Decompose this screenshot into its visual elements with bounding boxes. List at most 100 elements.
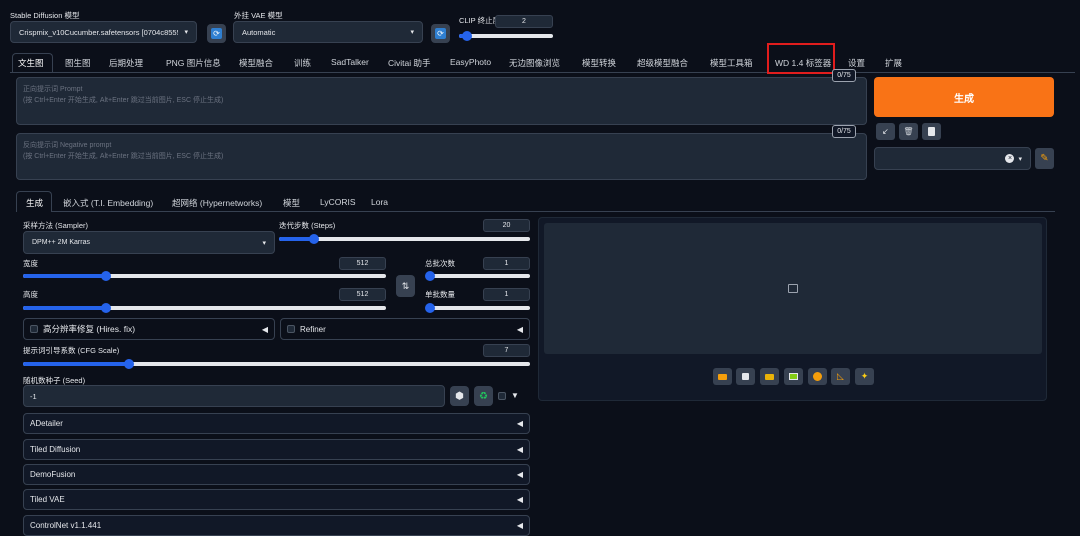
clip-slider[interactable] bbox=[459, 31, 553, 41]
negative-token-counter: 0/75 bbox=[832, 125, 856, 138]
height-slider-knob[interactable] bbox=[101, 303, 112, 313]
cfg-slider-knob[interactable] bbox=[124, 359, 135, 369]
steps-input[interactable]: 20 bbox=[483, 219, 530, 232]
clip-slider-knob[interactable] bbox=[461, 31, 472, 41]
cfg-input[interactable]: 7 bbox=[483, 344, 530, 357]
subtab-lycoris[interactable]: LyCORIS bbox=[320, 197, 356, 207]
send-to-img2img-button[interactable] bbox=[784, 368, 803, 385]
tab-train[interactable]: 训练 bbox=[294, 57, 311, 69]
output-image-area bbox=[544, 223, 1042, 354]
tab-extras[interactable]: 后期处理 bbox=[109, 57, 143, 69]
collapse-triangle-icon: ◀ bbox=[516, 419, 523, 428]
tab-civitai-helper[interactable]: Civitai 助手 bbox=[388, 57, 431, 69]
batch-count-slider-knob[interactable] bbox=[425, 271, 435, 281]
height-slider[interactable] bbox=[23, 303, 386, 313]
chevron-down-icon: ▾ bbox=[184, 29, 188, 36]
cfg-label: 提示词引导系数 (CFG Scale) bbox=[23, 346, 120, 355]
controlnet-label: ControlNet v1.1.441 bbox=[30, 521, 102, 530]
batch-size-input[interactable]: 1 bbox=[483, 288, 530, 301]
vae-select[interactable]: Automatic ▾ bbox=[233, 21, 423, 43]
prompt-textarea[interactable]: 正向提示词 Prompt (按 Ctrl+Enter 开始生成, Alt+Ent… bbox=[16, 77, 867, 125]
tab-infinite-image-browsing[interactable]: 无边图像浏览 bbox=[509, 57, 560, 69]
demofusion-label: DemoFusion bbox=[30, 470, 76, 479]
tab-checkpoint-merger[interactable]: 模型融合 bbox=[239, 57, 273, 69]
tab-supermerger[interactable]: 超级模型融合 bbox=[637, 57, 688, 69]
send-to-extras-button[interactable]: ◺ bbox=[831, 368, 850, 385]
subtab-checkpoints[interactable]: 模型 bbox=[283, 197, 300, 209]
width-slider-fill bbox=[23, 274, 107, 278]
generate-button[interactable]: 生成 bbox=[874, 77, 1054, 117]
tab-txt2img[interactable]: 文生图 bbox=[18, 57, 44, 69]
subtab-generation[interactable]: 生成 bbox=[26, 197, 43, 209]
expand-triangle-icon[interactable]: ▼ bbox=[511, 391, 519, 400]
hires-fix-label: 高分辨率修复 (Hires. fix) bbox=[43, 324, 136, 334]
subtab-lora[interactable]: Lora bbox=[371, 197, 388, 207]
hires-fix-accordion[interactable]: 高分辨率修复 (Hires. fix) ◀ bbox=[23, 318, 275, 340]
clear-prompt-button[interactable]: 🗑 bbox=[899, 123, 918, 140]
random-seed-button[interactable]: ⬢ bbox=[450, 386, 469, 406]
refresh-model-button[interactable]: ⟳ bbox=[207, 24, 226, 43]
tab-sadtalker[interactable]: SadTalker bbox=[331, 57, 369, 67]
width-slider[interactable] bbox=[23, 271, 386, 281]
read-params-button[interactable]: ↙ bbox=[876, 123, 895, 140]
steps-slider[interactable] bbox=[279, 234, 530, 244]
open-folder-button[interactable] bbox=[713, 368, 732, 385]
tab-settings[interactable]: 设置 bbox=[848, 57, 865, 69]
tab-img2img[interactable]: 图生图 bbox=[65, 57, 91, 69]
collapse-triangle-icon: ◀ bbox=[516, 521, 523, 530]
width-slider-knob[interactable] bbox=[101, 271, 112, 281]
tiled-vae-accordion[interactable]: Tiled VAE ◀ bbox=[23, 489, 530, 510]
batch-size-slider[interactable] bbox=[425, 303, 530, 313]
controlnet-accordion[interactable]: ControlNet v1.1.441 ◀ bbox=[23, 515, 530, 536]
subtab-embedding[interactable]: 嵌入式 (T.I. Embedding) bbox=[63, 197, 153, 209]
swap-dimensions-button[interactable]: ⇅ bbox=[396, 275, 415, 297]
save-button[interactable] bbox=[736, 368, 755, 385]
clip-input[interactable]: 2 bbox=[495, 15, 553, 28]
tab-extensions[interactable]: 扩展 bbox=[885, 57, 902, 69]
pencil-icon: ✎ bbox=[1040, 153, 1049, 164]
tab-model-converter[interactable]: 模型转换 bbox=[582, 57, 616, 69]
zip-button[interactable] bbox=[760, 368, 779, 385]
zip-icon bbox=[765, 373, 774, 380]
styles-button[interactable] bbox=[922, 123, 941, 140]
subtab-hypernetworks[interactable]: 超网络 (Hypernetworks) bbox=[172, 197, 262, 209]
hires-fix-checkbox[interactable] bbox=[30, 325, 38, 333]
send-to-inpaint-button[interactable] bbox=[808, 368, 827, 385]
negative-prompt-textarea[interactable]: 反向提示词 Negative prompt (按 Ctrl+Enter 开始生成… bbox=[16, 133, 867, 180]
highlight-box bbox=[767, 43, 835, 74]
adetailer-accordion[interactable]: ADetailer ◀ bbox=[23, 413, 530, 434]
demofusion-accordion[interactable]: DemoFusion ◀ bbox=[23, 464, 530, 485]
batch-size-slider-knob[interactable] bbox=[425, 303, 435, 313]
refresh-vae-button[interactable]: ⟳ bbox=[431, 24, 450, 43]
sampler-select[interactable]: DPM++ 2M Karras ▾ bbox=[23, 231, 275, 254]
batch-size-label: 单批数量 bbox=[425, 290, 455, 299]
batch-count-input[interactable]: 1 bbox=[483, 257, 530, 270]
tab-easyphoto[interactable]: EasyPhoto bbox=[450, 57, 491, 67]
batch-count-slider[interactable] bbox=[425, 271, 530, 281]
styles-select[interactable]: × ▾ bbox=[874, 147, 1031, 170]
tab-png-info[interactable]: PNG 图片信息 bbox=[166, 57, 221, 69]
width-input[interactable]: 512 bbox=[339, 257, 386, 270]
enhance-button[interactable]: ✦ bbox=[855, 368, 874, 385]
reuse-seed-button[interactable]: ♻ bbox=[474, 386, 493, 406]
tiled-diffusion-accordion[interactable]: Tiled Diffusion ◀ bbox=[23, 439, 530, 460]
sparkle-icon: ✦ bbox=[860, 371, 869, 381]
refiner-checkbox[interactable] bbox=[287, 325, 295, 333]
refiner-accordion[interactable]: Refiner ◀ bbox=[280, 318, 530, 340]
edit-styles-button[interactable]: ✎ bbox=[1035, 148, 1054, 169]
vae-select-value: Automatic bbox=[242, 27, 276, 37]
cfg-slider[interactable] bbox=[23, 359, 530, 369]
steps-slider-knob[interactable] bbox=[309, 234, 320, 244]
clipboard-icon bbox=[928, 127, 935, 136]
collapse-triangle-icon: ◀ bbox=[516, 324, 523, 334]
dice-icon: ⬢ bbox=[455, 390, 464, 402]
extra-seed-checkbox[interactable] bbox=[498, 392, 506, 400]
seed-input[interactable]: -1 bbox=[23, 385, 445, 407]
model-select[interactable]: Crispmix_v10Cucumber.safetensors [0704c8… bbox=[10, 21, 197, 43]
collapse-triangle-icon: ◀ bbox=[516, 495, 523, 504]
tab-model-toolkit[interactable]: 模型工具箱 bbox=[710, 57, 753, 69]
clear-icon[interactable]: × bbox=[1005, 154, 1015, 163]
height-input[interactable]: 512 bbox=[339, 288, 386, 301]
height-label: 高度 bbox=[23, 290, 38, 299]
recycle-icon: ♻ bbox=[479, 390, 488, 402]
